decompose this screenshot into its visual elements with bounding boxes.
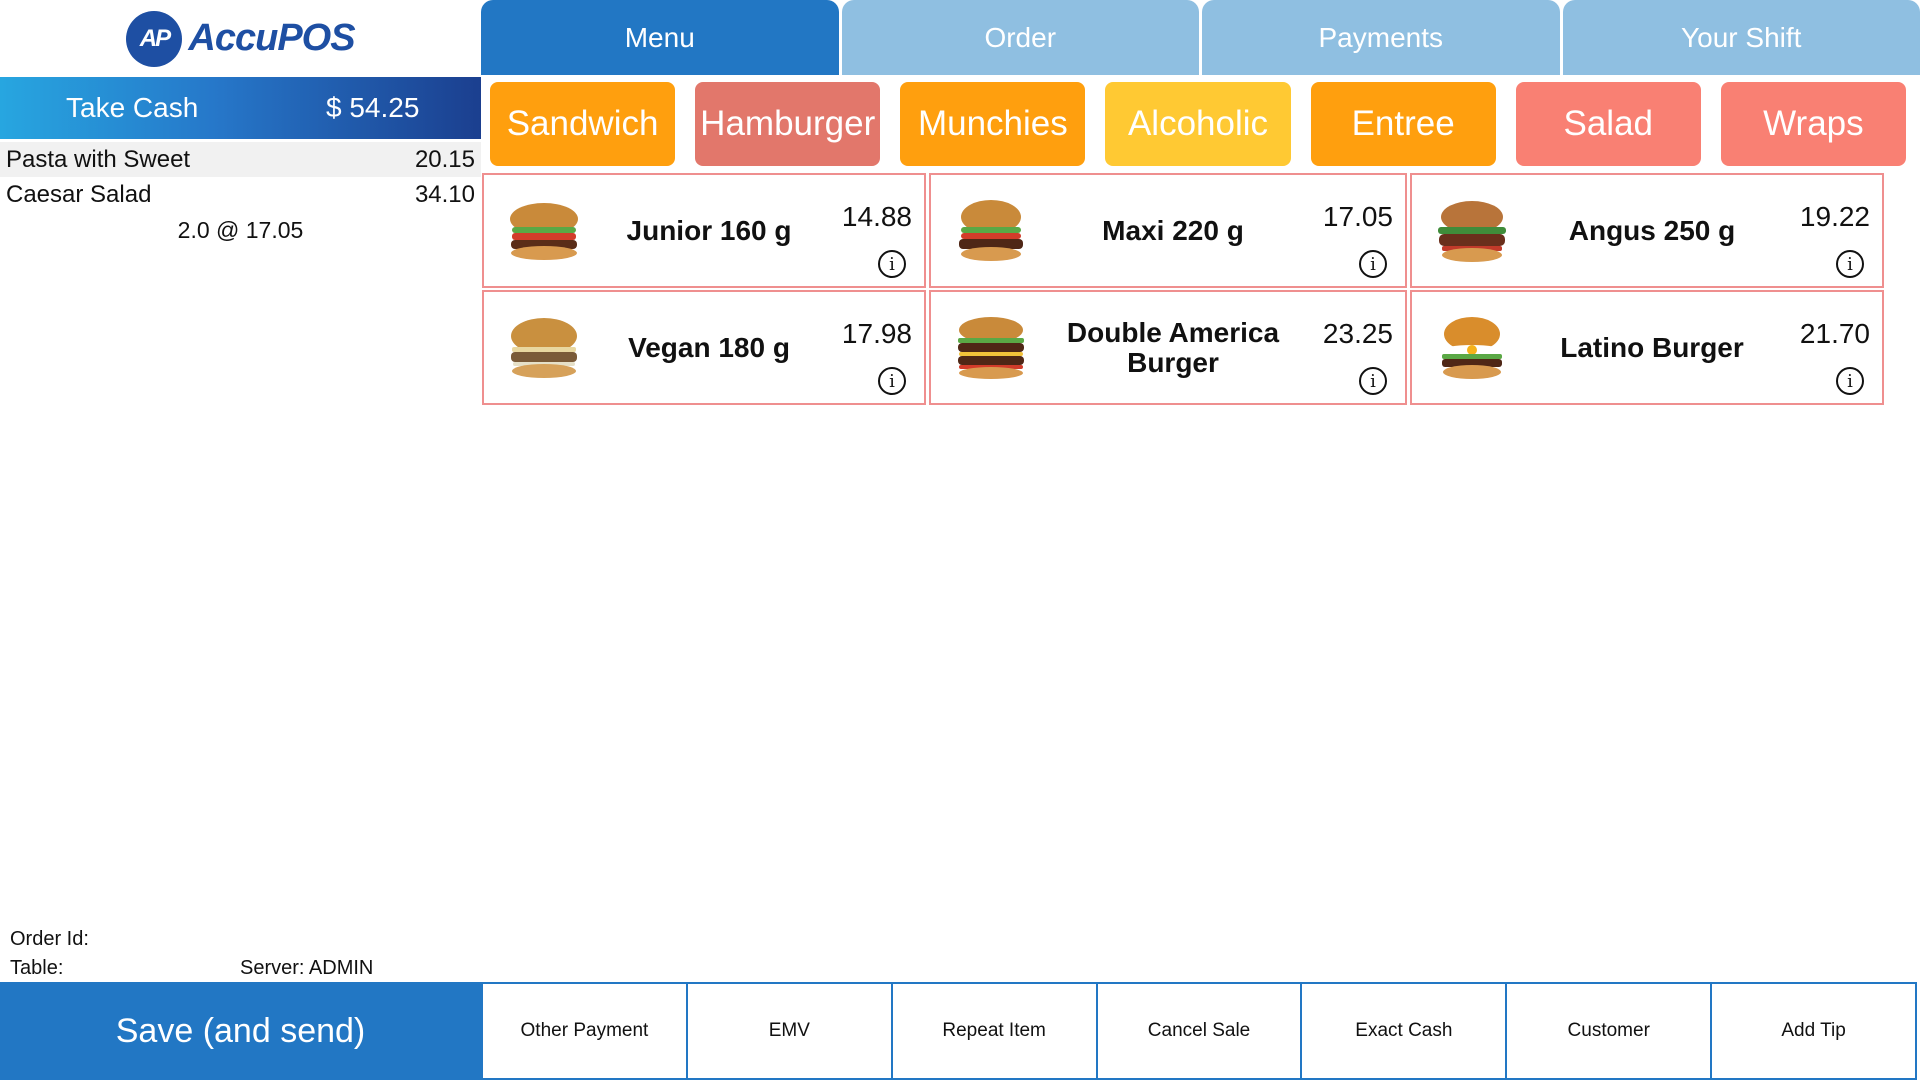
take-cash-button[interactable]: Take Cash $ 54.25 — [0, 77, 481, 139]
category-entree[interactable]: Entree — [1310, 82, 1496, 166]
category-wraps[interactable]: Wraps — [1720, 82, 1906, 166]
burger-image — [959, 200, 1023, 261]
product-name: Vegan 180 g — [628, 331, 790, 363]
cancel-sale-button[interactable]: Cancel Sale — [1095, 982, 1303, 1080]
product-name: Junior 160 g — [626, 214, 792, 246]
order-line-item[interactable]: Pasta with Sweet 20.15 — [0, 142, 481, 177]
info-icon[interactable]: i — [1359, 367, 1387, 395]
product-name: Angus 250 g — [1568, 214, 1736, 246]
take-cash-amount: $ 54.25 — [326, 92, 420, 123]
category-sandwich[interactable]: Sandwich — [490, 82, 676, 166]
product-price: 17.05 — [1322, 201, 1393, 232]
product-price: 23.25 — [1322, 318, 1393, 349]
order-meta: Order Id: Table: Server: ADMIN — [10, 925, 480, 983]
repeat-item-button[interactable]: Repeat Item — [890, 982, 1098, 1080]
order-id-label: Order Id: — [10, 928, 89, 950]
logo: AP AccuPOS — [0, 0, 481, 77]
product-tile[interactable]: Angus 250 g 19.22 i — [1410, 173, 1884, 288]
product-tile[interactable]: Double America Burger 23.25 i — [929, 290, 1407, 405]
order-item-name: Pasta with Sweet — [6, 145, 191, 173]
product-name: Latino Burger — [1560, 331, 1744, 363]
category-alcoholic[interactable]: Alcoholic — [1105, 82, 1291, 166]
info-icon[interactable]: i — [1836, 250, 1864, 278]
category-munchies[interactable]: Munchies — [900, 82, 1086, 166]
product-tile[interactable]: Maxi 220 g 17.05 i — [929, 173, 1407, 288]
product-name: Double America Burger — [1066, 316, 1280, 378]
save-and-send-button[interactable]: Save (and send) — [0, 982, 481, 1080]
product-tile[interactable]: Vegan 180 g 17.98 i — [482, 290, 926, 405]
product-price: 17.98 — [841, 318, 912, 349]
tab-your-shift[interactable]: Your Shift — [1562, 0, 1920, 75]
product-tile[interactable]: Latino Burger 21.70 i — [1410, 290, 1884, 405]
other-payment-button[interactable]: Other Payment — [481, 982, 688, 1080]
product-name: Maxi 220 g — [1102, 214, 1244, 246]
info-icon[interactable]: i — [1836, 367, 1864, 395]
order-item-price: 34.10 — [414, 180, 475, 208]
take-cash-label: Take Cash — [66, 92, 199, 123]
category-salad[interactable]: Salad — [1515, 82, 1701, 166]
category-hamburger[interactable]: Hamburger — [695, 82, 881, 166]
pos-screen: AP AccuPOS Menu Order Payments Your Shif… — [0, 0, 1920, 1080]
order-item-price: 20.15 — [414, 145, 475, 173]
server-label: Server: ADMIN — [240, 957, 374, 979]
logo-badge-icon: AP — [126, 10, 183, 67]
action-bar: Other Payment EMV Repeat Item Cancel Sal… — [481, 982, 1918, 1080]
order-list: Pasta with Sweet 20.15 Caesar Salad 34.1… — [0, 142, 481, 248]
order-id-line: Order Id: — [10, 925, 480, 954]
info-icon[interactable]: i — [1359, 250, 1387, 278]
order-item-name: Caesar Salad — [6, 180, 152, 208]
burger-image — [510, 203, 578, 260]
burger-image — [511, 318, 577, 378]
logo-text: AccuPOS — [188, 17, 355, 59]
table-label: Table: — [10, 957, 64, 979]
product-price: 19.22 — [1799, 201, 1870, 232]
table-line: Table: Server: ADMIN — [10, 954, 480, 983]
emv-button[interactable]: EMV — [685, 982, 893, 1080]
order-item-detail: 2.0 @ 17.05 — [177, 217, 304, 243]
burger-image — [958, 317, 1024, 379]
category-bar: Sandwich Hamburger Munchies Alcoholic En… — [490, 82, 1906, 166]
product-price: 21.70 — [1799, 318, 1870, 349]
info-icon[interactable]: i — [878, 367, 906, 395]
tab-order[interactable]: Order — [841, 0, 1199, 75]
burger-image — [1442, 317, 1502, 379]
product-price: 14.88 — [841, 201, 912, 232]
info-icon[interactable]: i — [878, 250, 906, 278]
product-grid: Junior 160 g 14.88 i Maxi 220 g 17.05 i … — [482, 173, 1920, 405]
exact-cash-button[interactable]: Exact Cash — [1300, 982, 1508, 1080]
order-line-item[interactable]: Caesar Salad 34.10 — [0, 177, 481, 212]
add-tip-button[interactable]: Add Tip — [1710, 982, 1918, 1080]
burger-image — [1438, 201, 1506, 262]
product-tile[interactable]: Junior 160 g 14.88 i — [482, 173, 926, 288]
customer-button[interactable]: Customer — [1505, 982, 1713, 1080]
main-tabs: Menu Order Payments Your Shift — [481, 0, 1920, 75]
tab-payments[interactable]: Payments — [1202, 0, 1560, 75]
tab-menu[interactable]: Menu — [481, 0, 839, 75]
